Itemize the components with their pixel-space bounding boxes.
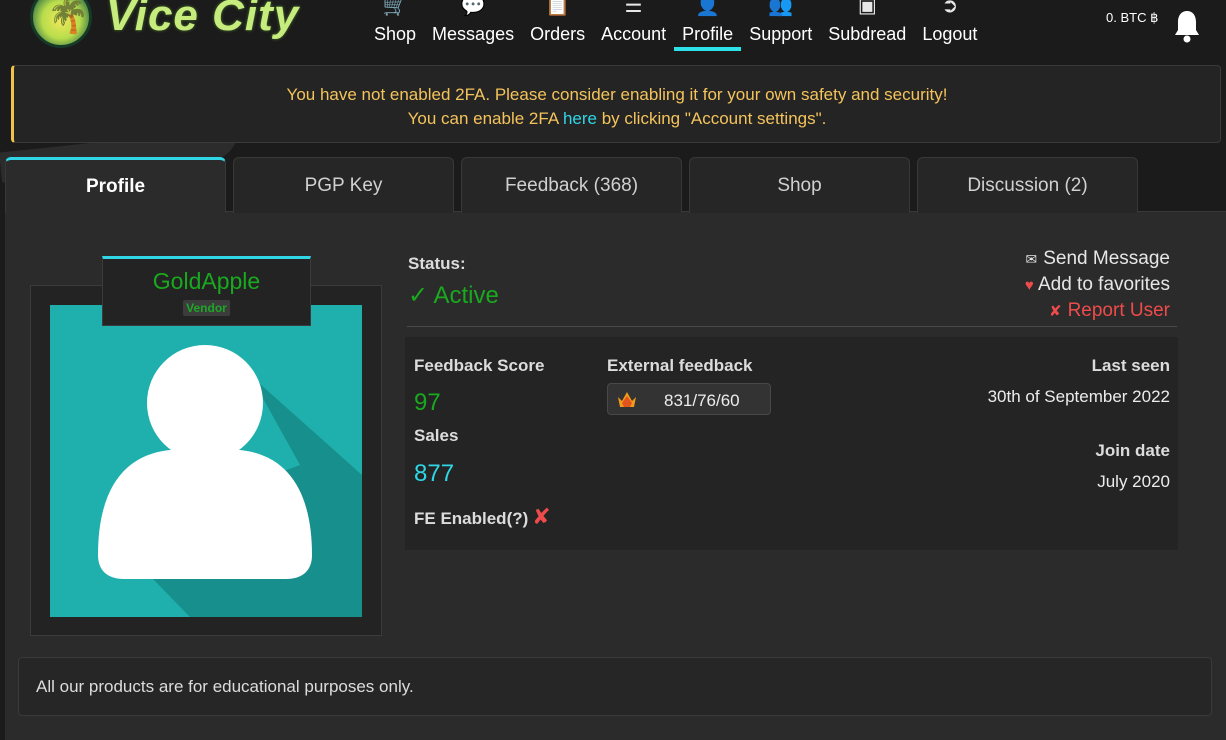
send-message-label: Send Message <box>1043 248 1170 269</box>
alert-line-1: You have not enabled 2FA. Please conside… <box>286 85 948 104</box>
nav-profile[interactable]: 👤 Profile <box>674 0 742 58</box>
join-date-label: Join date <box>1095 441 1170 460</box>
wallet-balance[interactable]: 0. BTC ฿ <box>1106 10 1158 26</box>
report-user-link[interactable]: ✘ Report User <box>960 298 1170 324</box>
nav-messages[interactable]: 💬 Messages <box>424 0 522 58</box>
profile-actions: ✉ Send Message ♥ Add to favorites ✘ Report… <box>960 246 1170 324</box>
main-nav: 🛒 Shop 💬 Messages 📋 Orders ☰ Account 👤 P… <box>366 0 985 58</box>
add-favorite-label: Add to favorites <box>1037 274 1170 295</box>
join-date-value: July 2020 <box>1097 472 1170 491</box>
sales-value: 877 <box>414 460 455 487</box>
nav-label: Profile <box>682 24 734 44</box>
feedback-score-label: Feedback Score <box>414 356 545 375</box>
add-favorite-link[interactable]: ♥ Add to favorites <box>960 272 1170 298</box>
tab-discussion[interactable]: Discussion (2) <box>917 157 1138 213</box>
role-badge: Vendor <box>183 300 230 316</box>
tab-shop[interactable]: Shop <box>689 157 910 213</box>
nav-account[interactable]: ☰ Account <box>593 0 674 58</box>
external-feedback-value: 831/76/60 <box>664 391 740 410</box>
cross-icon: ✘ <box>1049 303 1062 320</box>
cross-icon: ✘ <box>532 504 551 529</box>
twofa-alert: You have not enabled 2FA. Please conside… <box>11 65 1221 143</box>
fe-enabled-label: FE Enabled(?) <box>414 509 529 528</box>
feedback-score-value: 97 <box>414 389 441 416</box>
status-label: Status: <box>408 254 466 273</box>
nav-label: Messages <box>432 24 515 44</box>
fe-enabled[interactable]: FE Enabled(?) ✘ <box>414 504 551 530</box>
vendor-name-card: GoldApple Vendor <box>102 256 311 326</box>
palm-logo-icon: 🌴 <box>30 0 92 48</box>
nav-subdread[interactable]: ▣ Subdread <box>820 0 914 58</box>
enable-2fa-link[interactable]: here <box>563 109 597 128</box>
alert-text: You can enable 2FA <box>407 109 563 128</box>
site-logo[interactable]: 🌴 Vice City <box>26 0 316 52</box>
user-silhouette-icon <box>98 345 362 617</box>
orders-icon: 📋 <box>545 0 571 17</box>
tab-profile[interactable]: Profile <box>5 157 226 213</box>
sales-label: Sales <box>414 426 459 445</box>
report-user-label: Report User <box>1067 300 1170 321</box>
nav-label: Shop <box>374 24 417 44</box>
status-value: ✓ Active <box>408 282 499 309</box>
nav-label: Logout <box>922 24 978 44</box>
nav-orders[interactable]: 📋 Orders <box>522 0 593 58</box>
menu-icon: ☰ <box>624 0 643 17</box>
external-feedback-badge: 831/76/60 <box>607 383 771 415</box>
disclaimer-note: All our products are for educational pur… <box>18 657 1212 716</box>
users-icon: 👥 <box>768 0 794 17</box>
alert-text: by clicking "Account settings". <box>596 109 827 128</box>
external-feedback-label: External feedback <box>607 356 753 375</box>
nav-label: Account <box>601 24 667 44</box>
send-message-link[interactable]: ✉ Send Message <box>960 246 1170 272</box>
last-seen-value: 30th of September 2022 <box>987 387 1170 406</box>
alert-line-2: You can enable 2FA here by clicking "Acc… <box>14 107 1220 131</box>
divider <box>407 326 1177 327</box>
nav-support[interactable]: 👥 Support <box>741 0 820 58</box>
username: GoldApple <box>152 268 261 294</box>
nav-logout[interactable]: ➲ Logout <box>914 0 985 58</box>
top-header: 🌴 Vice City 🛒 Shop 💬 Messages 📋 Orders ☰… <box>0 0 1226 58</box>
site-name: Vice City <box>106 0 300 40</box>
chat-icon: 💬 <box>460 0 486 17</box>
envelope-icon: ✉ <box>1025 251 1038 267</box>
logout-icon: ➲ <box>941 0 959 17</box>
board-icon: ▣ <box>857 0 877 17</box>
last-seen-label: Last seen <box>1091 356 1170 375</box>
tab-feedback[interactable]: Feedback (368) <box>461 157 682 213</box>
heart-icon: ♥ <box>1024 277 1034 294</box>
user-icon: 👤 <box>695 0 721 17</box>
nav-label: Support <box>749 24 813 44</box>
nav-label: Orders <box>530 24 586 44</box>
nav-shop[interactable]: 🛒 Shop <box>366 0 424 58</box>
tab-pgp-key[interactable]: PGP Key <box>233 157 454 213</box>
bell-icon[interactable] <box>1172 8 1202 44</box>
nav-label: Subdread <box>828 24 907 44</box>
avatar <box>50 305 362 617</box>
crown-icon <box>618 392 636 407</box>
cart-icon: 🛒 <box>382 0 408 17</box>
